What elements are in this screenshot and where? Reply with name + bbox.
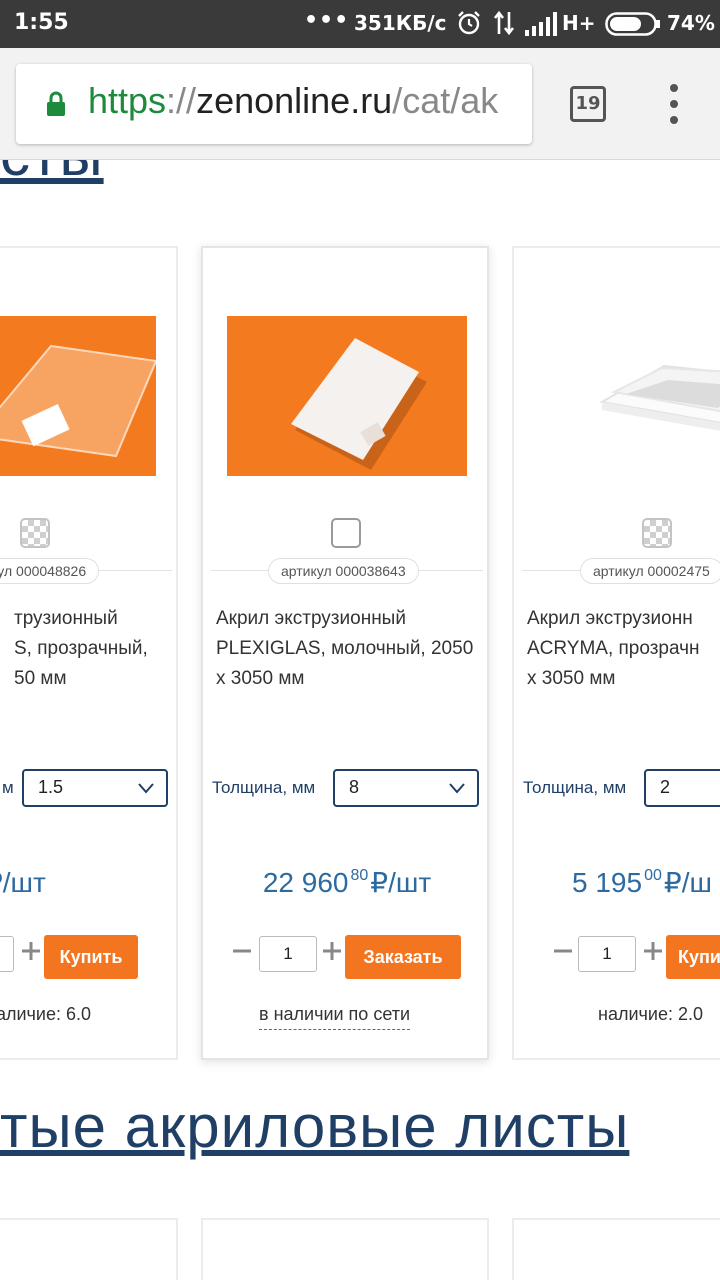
category-heading-bottom[interactable]: тые акриловые листы (0, 1092, 629, 1161)
quantity-input[interactable]: 1 (578, 936, 636, 972)
sku-badge: артикул 00002475 (580, 558, 720, 584)
plus-icon[interactable] (321, 940, 343, 962)
thickness-value: 2 (660, 777, 671, 797)
quantity-input[interactable]: 1 (259, 936, 317, 972)
thickness-select[interactable]: 2 (644, 769, 720, 807)
price-cents: 80 (350, 867, 369, 884)
battery-percent: 74% (667, 11, 715, 35)
thickness-select[interactable]: 8 (333, 769, 479, 807)
status-bar: 1:55 ••• 351КБ/с H+ 74% (0, 0, 720, 48)
url-host: zenonline.ru (196, 80, 393, 121)
product-card: артикул 000038643 Акрил экструзионный PL… (201, 246, 489, 1060)
chevron-down-icon (138, 783, 154, 794)
product-title[interactable]: Акрил экструзионн ACRYMA, прозрачн х 305… (527, 604, 720, 694)
price-unit: ₽/шт (370, 867, 432, 898)
data-transfer-icon (493, 10, 515, 36)
url-separator: :// (166, 80, 197, 121)
category-heading-top[interactable]: сты (0, 160, 104, 189)
thickness-value: 8 (349, 777, 360, 797)
stock-availability-link[interactable]: в наличии по сети (259, 1004, 411, 1030)
compare-checkbox[interactable] (642, 518, 672, 548)
product-card (201, 1218, 489, 1280)
thickness-value: 1.5 (38, 777, 64, 797)
address-bar[interactable]: https://zenonline.ru/cat/ak (16, 64, 532, 144)
product-card (0, 1218, 178, 1280)
notification-dots: ••• (304, 8, 350, 33)
product-image[interactable] (538, 316, 720, 476)
plus-icon[interactable] (642, 940, 664, 962)
price-unit: ₽/шт (0, 867, 46, 898)
buy-button[interactable]: Купить (44, 935, 138, 979)
url-path: /cat/ak (392, 80, 499, 121)
product-price: 5 195 00₽/ш (572, 866, 712, 899)
compare-checkbox[interactable] (20, 518, 50, 548)
page-content: сты кул 000048826 трузионный S, прозрачн… (0, 160, 720, 1280)
price-main: 22 960 (262, 867, 349, 898)
browser-toolbar: https://zenonline.ru/cat/ak 19 (0, 48, 720, 160)
stock-status: наличие: 2.0 (598, 1004, 703, 1024)
alarm-icon (458, 11, 480, 35)
order-button[interactable]: Заказать (345, 935, 461, 979)
compare-checkbox[interactable] (331, 518, 361, 548)
thickness-label: Толщина, мм (523, 778, 627, 797)
battery-icon (605, 12, 660, 36)
sku-badge: артикул 000038643 (268, 558, 419, 584)
network-speed: 351КБ/с (354, 11, 447, 35)
signal-icon (525, 12, 557, 36)
acrylic-sheet-illustration (0, 344, 156, 458)
product-price: 0860₽/шт (0, 866, 46, 899)
acrylic-sheet-illustration (291, 338, 427, 470)
product-image[interactable] (0, 316, 156, 476)
product-image[interactable] (227, 316, 467, 476)
quantity-input[interactable] (0, 936, 14, 972)
lock-icon (47, 91, 65, 116)
url-scheme: https (88, 80, 167, 121)
thickness-select[interactable]: 1.5 (22, 769, 168, 807)
tab-switcher-button[interactable]: 19 (570, 86, 606, 122)
product-card (512, 1218, 720, 1280)
minus-icon[interactable] (231, 940, 253, 962)
overflow-menu-icon[interactable] (660, 84, 690, 124)
network-type: H+ (562, 11, 596, 35)
acrylic-sheet-illustration (599, 364, 720, 431)
buy-button[interactable]: Купи (666, 935, 720, 979)
sku-badge: кул 000048826 (0, 558, 100, 584)
plus-icon[interactable] (20, 940, 42, 962)
stock-status: наличие: 6.0 (0, 1004, 91, 1024)
minus-icon[interactable] (552, 940, 574, 962)
product-card: артикул 00002475 Акрил экструзионн ACRYM… (512, 246, 720, 1060)
product-title[interactable]: Акрил экструзионный PLEXIGLAS, молочный,… (216, 604, 488, 694)
price-main: 5 195 (572, 867, 643, 898)
product-price: 22 960 80₽/шт (203, 866, 491, 899)
price-unit: ₽/ш (663, 867, 712, 898)
thickness-label: м (2, 778, 14, 797)
price-cents: 00 (644, 867, 662, 884)
chevron-down-icon (449, 783, 465, 794)
url-text: https://zenonline.ru/cat/ak (88, 80, 498, 122)
product-card: кул 000048826 трузионный S, прозрачный, … (0, 246, 178, 1060)
thickness-label: Толщина, мм (212, 778, 316, 797)
status-time: 1:55 (14, 10, 69, 35)
